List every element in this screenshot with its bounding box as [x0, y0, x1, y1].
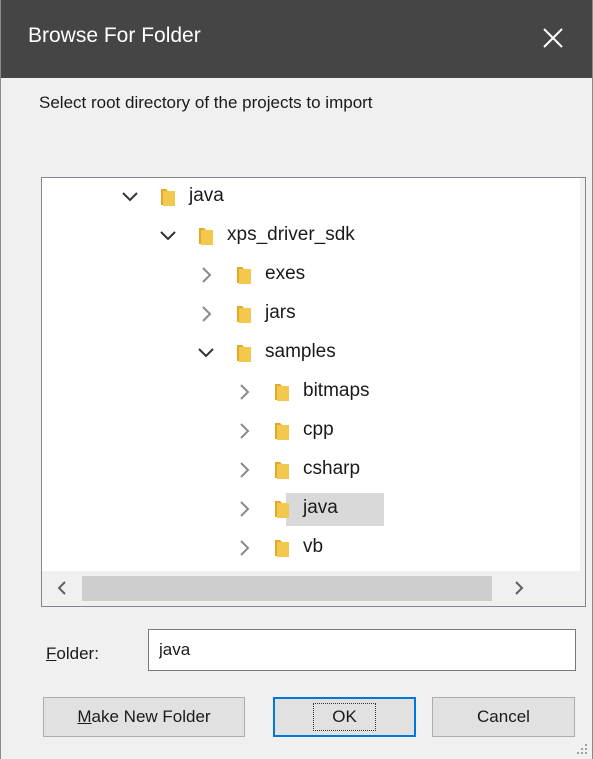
make-new-folder-button[interactable]: Make New Folder [43, 697, 245, 737]
cancel-label: Cancel [477, 707, 530, 726]
ok-button[interactable]: OK [273, 697, 416, 737]
make-new-folder-label: Make New Folder [77, 707, 210, 727]
folder-icon [275, 501, 289, 518]
folder-icon [275, 462, 289, 479]
cancel-button[interactable]: Cancel [432, 697, 575, 737]
tree-item-label: xps_driver_sdk [227, 224, 355, 245]
window-title: Browse For Folder [28, 24, 201, 47]
chevron-down-icon[interactable] [157, 222, 179, 250]
tree-item[interactable]: xps_driver_sdk [42, 219, 580, 253]
chevron-right-icon[interactable] [195, 261, 217, 289]
scroll-right-icon[interactable] [507, 576, 531, 600]
tree-item-label: jars [265, 302, 296, 323]
scrollbar-corner [580, 571, 585, 606]
ok-label: OK [313, 703, 376, 731]
chevron-right-icon[interactable] [233, 456, 255, 484]
chevron-right-icon[interactable] [233, 534, 255, 562]
folder-icon [237, 345, 251, 362]
tree-item-label: java [189, 185, 224, 206]
chevron-right-icon[interactable] [233, 495, 255, 523]
folder-icon [275, 423, 289, 440]
scroll-left-icon[interactable] [50, 576, 74, 600]
tree-item[interactable]: samples [42, 336, 580, 370]
chevron-down-icon[interactable] [119, 183, 141, 211]
tree-item-label: samples [265, 341, 336, 362]
browse-for-folder-dialog: Browse For Folder Select root directory … [0, 0, 593, 759]
chevron-down-icon[interactable] [195, 339, 217, 367]
chevron-right-icon[interactable] [195, 300, 217, 328]
vertical-scrollbar[interactable] [580, 178, 586, 571]
close-icon [543, 28, 563, 48]
folder-icon [275, 540, 289, 557]
title-bar[interactable]: Browse For Folder [1, 0, 592, 78]
chevron-right-icon[interactable] [233, 378, 255, 406]
tree-item-label: bitmaps [303, 380, 370, 401]
tree-item-label: cpp [303, 419, 334, 440]
scroll-down-icon[interactable] [585, 540, 586, 564]
folder-icon [161, 189, 175, 206]
folder-icon [237, 306, 251, 323]
folder-field-label: Folder: [46, 644, 99, 664]
make-new-folder-accesskey: M [77, 707, 92, 726]
vertical-scroll-thumb[interactable] [585, 328, 586, 385]
scroll-up-icon[interactable] [585, 183, 586, 207]
tree-item[interactable]: jars [42, 297, 580, 331]
folder-tree[interactable]: java xps_driver_sdk exes jars samples bitmaps… [41, 177, 586, 607]
make-new-folder-text: ake New Folder [91, 707, 211, 726]
close-button[interactable] [532, 0, 592, 78]
tree-item-label: exes [265, 263, 306, 284]
folder-icon [199, 228, 213, 245]
folder-label-text: older: [56, 644, 99, 663]
tree-item[interactable]: java [42, 180, 580, 214]
tree-item[interactable]: vb [42, 531, 580, 565]
horizontal-scrollbar[interactable] [42, 571, 580, 606]
chevron-right-icon[interactable] [233, 417, 255, 445]
tree-item[interactable]: cpp [42, 414, 580, 448]
folder-icon [275, 384, 289, 401]
folder-label-accesskey: F [46, 644, 57, 663]
tree-item-label: csharp [303, 458, 361, 479]
horizontal-scroll-thumb[interactable] [82, 576, 492, 601]
tree-item[interactable]: java [42, 492, 580, 526]
tree-item-label: java [303, 497, 338, 518]
resize-grip-icon[interactable] [576, 743, 588, 755]
tree-item-label: vb [303, 536, 324, 557]
tree-item[interactable]: exes [42, 258, 580, 292]
folder-icon [237, 267, 251, 284]
folder-input[interactable] [148, 629, 576, 671]
tree-item[interactable]: bitmaps [42, 375, 580, 409]
instruction-text: Select root directory of the projects to… [39, 93, 373, 112]
tree-item[interactable]: csharp [42, 453, 580, 487]
